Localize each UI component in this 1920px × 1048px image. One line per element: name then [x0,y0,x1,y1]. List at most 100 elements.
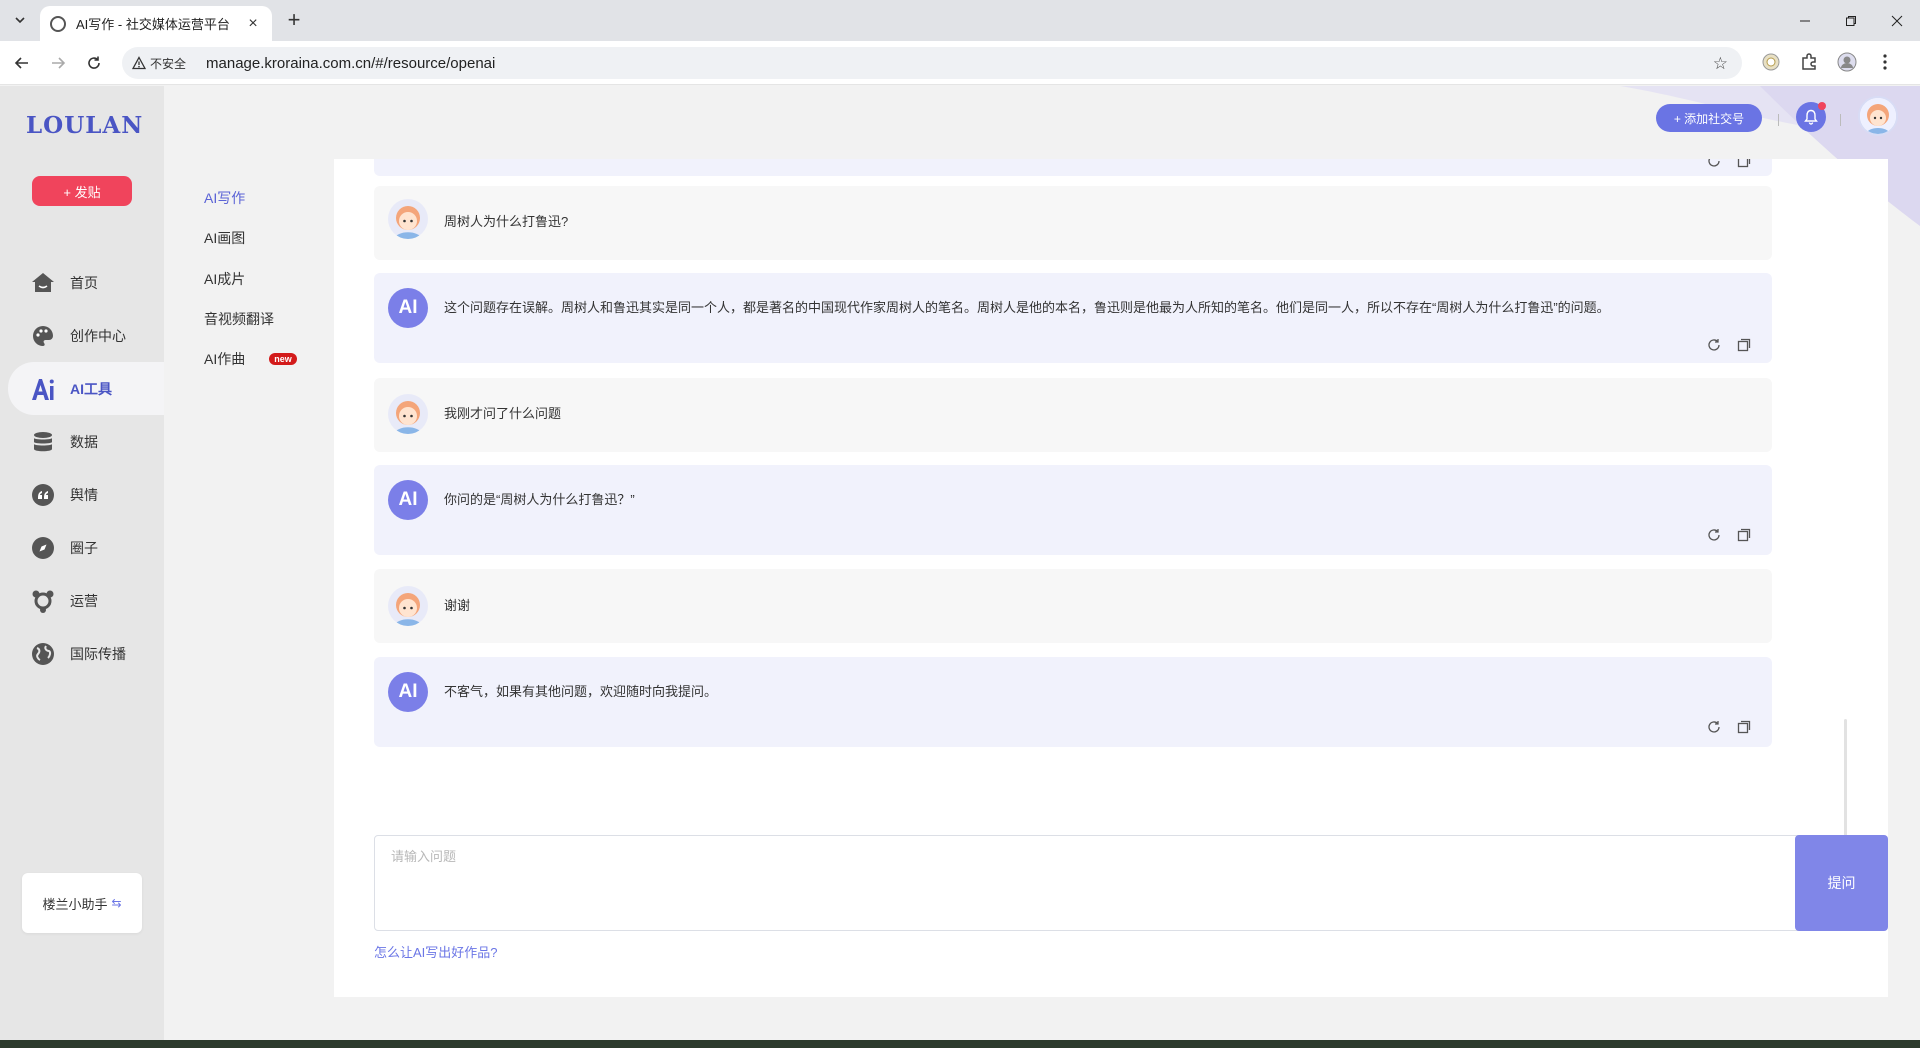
profile-avatar-icon[interactable] [1836,51,1858,73]
nav-item-public-opinion[interactable]: 舆情 [0,468,164,521]
chat-message-partial [374,159,1772,176]
restore-icon[interactable] [1828,0,1874,41]
copy-icon[interactable] [1736,159,1752,169]
extension-circle-icon[interactable] [1760,51,1782,73]
chevron-down-icon [15,17,25,24]
tips-link[interactable]: 怎么让AI写出好作品? [374,942,498,961]
back-arrow-icon[interactable] [10,51,34,75]
nav-item-home[interactable]: 首页 [0,256,164,309]
user-avatar[interactable] [1858,96,1898,136]
copy-icon[interactable] [1736,719,1752,735]
chat-history[interactable]: 周树人为什么打鲁迅? AI 这个问题存在误解。周树人和鲁迅其实是同一个人，都是著… [374,159,1772,809]
ai-icon [30,376,56,402]
bookmark-star-icon[interactable]: ☆ [1713,54,1728,74]
chat-message-user: 谢谢 [374,569,1772,643]
extensions-area [1760,51,1896,73]
database-icon [30,429,56,455]
nav-item-data[interactable]: 数据 [0,415,164,468]
message-text: 这个问题存在误解。周树人和鲁迅其实是同一个人，都是著名的中国现代作家周树人的笔名… [444,300,1610,315]
browser-menu-icon[interactable] [1874,51,1896,73]
question-input[interactable] [374,835,1874,931]
subnav-av-translation[interactable]: 音视频翻译 [204,309,274,329]
subnav-label: AI成片 [204,271,246,287]
user-message-avatar [388,199,428,239]
add-social-account-button[interactable]: + 添加社交号 [1656,104,1762,132]
copy-icon[interactable] [1736,337,1752,353]
browser-tab-active[interactable]: AI写作 - 社交媒体运营平台 × [40,6,272,41]
message-text: 谢谢 [444,598,471,613]
app-logo[interactable]: LOULAN [26,112,143,139]
main-sidebar: LOULAN + 发贴 首页 创作中心 AI工具 数据 舆情 圈子 运营 国际传… [0,86,164,1040]
forward-arrow-icon[interactable] [46,51,70,75]
chat-message-user: 周树人为什么打鲁迅? [374,186,1772,260]
ai-avatar: AI [388,480,428,520]
subnav-label: AI写作 [204,190,246,206]
nav-item-operations[interactable]: 运营 [0,574,164,627]
nav-item-label: 数据 [70,433,98,450]
assistant-button[interactable]: 楼兰小助手 ⇆ [22,873,142,933]
question-box: 提问 [374,835,1920,931]
subnav-label: 音视频翻译 [204,311,274,327]
minimize-icon[interactable] [1782,0,1828,41]
nav-item-circles[interactable]: 圈子 [0,521,164,574]
nav-item-label: 圈子 [70,539,98,556]
nav-item-label: 舆情 [70,486,98,503]
compass-icon [30,535,56,561]
post-button[interactable]: + 发贴 [32,176,132,206]
os-taskbar [0,1040,1920,1048]
tab-title: AI写作 - 社交媒体运营平台 [76,17,230,32]
subnav-label: AI画图 [204,230,246,246]
nav-item-label: 创作中心 [70,327,126,344]
regenerate-icon[interactable] [1706,527,1722,543]
regenerate-icon[interactable] [1706,337,1722,353]
palette-icon [30,323,56,349]
reload-icon[interactable] [82,51,106,75]
header-separator [1840,114,1841,126]
operations-icon [30,588,56,614]
subnav-ai-music[interactable]: AI作曲 new [204,349,297,369]
regenerate-icon[interactable] [1706,719,1722,735]
subnav-ai-writing[interactable]: AI写作 [204,188,245,208]
chat-message-user: 我刚才问了什么问题 [374,378,1772,452]
home-icon [30,270,56,296]
nav-item-label: 运营 [70,592,98,609]
browser-tabbar: AI写作 - 社交媒体运营平台 × + [0,0,1920,41]
security-label: 不安全 [150,56,187,71]
regenerate-icon[interactable] [1706,159,1722,169]
extensions-puzzle-icon[interactable] [1798,51,1820,73]
new-tab-plus-icon[interactable]: + [282,9,306,33]
message-text: 你问的是“周树人为什么打鲁迅？” [444,492,635,507]
browser-toolbar: 不安全 manage.kroraina.com.cn/#/resource/op… [0,41,1920,85]
tab-close-icon[interactable]: × [244,15,262,33]
message-actions [1706,337,1752,353]
tab-search-button[interactable] [8,8,32,32]
subnav-ai-video[interactable]: AI成片 [204,269,245,289]
nav-item-intl-communication[interactable]: 国际传播 [0,627,164,680]
message-text: 不客气，如果有其他问题，欢迎随时向我提问。 [444,684,718,699]
close-window-icon[interactable] [1874,0,1920,41]
ai-tools-subnav: AI写作 AI画图 AI成片 音视频翻译 AI作曲 new [164,86,334,1040]
message-actions [1706,719,1752,735]
copy-icon[interactable] [1736,527,1752,543]
warning-triangle-icon [132,56,146,70]
nav-item-creation-center[interactable]: 创作中心 [0,309,164,362]
url-text: manage.kroraina.com.cn/#/resource/openai [206,54,496,72]
security-indicator[interactable]: 不安全 [132,55,196,72]
main-nav: 首页 创作中心 AI工具 数据 舆情 圈子 运营 国际传播 [0,256,164,680]
header-separator [1778,114,1779,126]
site-favicon-icon [50,15,66,32]
subnav-ai-drawing[interactable]: AI画图 [204,228,245,248]
nav-item-ai-tools[interactable]: AI工具 [8,362,164,415]
notification-bell-icon[interactable] [1796,102,1826,132]
address-bar[interactable]: 不安全 manage.kroraina.com.cn/#/resource/op… [122,47,1742,79]
quote-icon [30,482,56,508]
globe-icon [30,641,56,667]
ai-avatar: AI [388,672,428,712]
ask-button[interactable]: 提问 [1795,835,1888,931]
notification-dot [1818,102,1826,110]
nav-item-label: 国际传播 [70,645,126,662]
window-controls [1782,0,1920,41]
chat-message-ai: AI 你问的是“周树人为什么打鲁迅？” [374,465,1772,555]
message-text: 周树人为什么打鲁迅? [444,214,569,229]
subnav-label: AI作曲 [204,351,246,367]
